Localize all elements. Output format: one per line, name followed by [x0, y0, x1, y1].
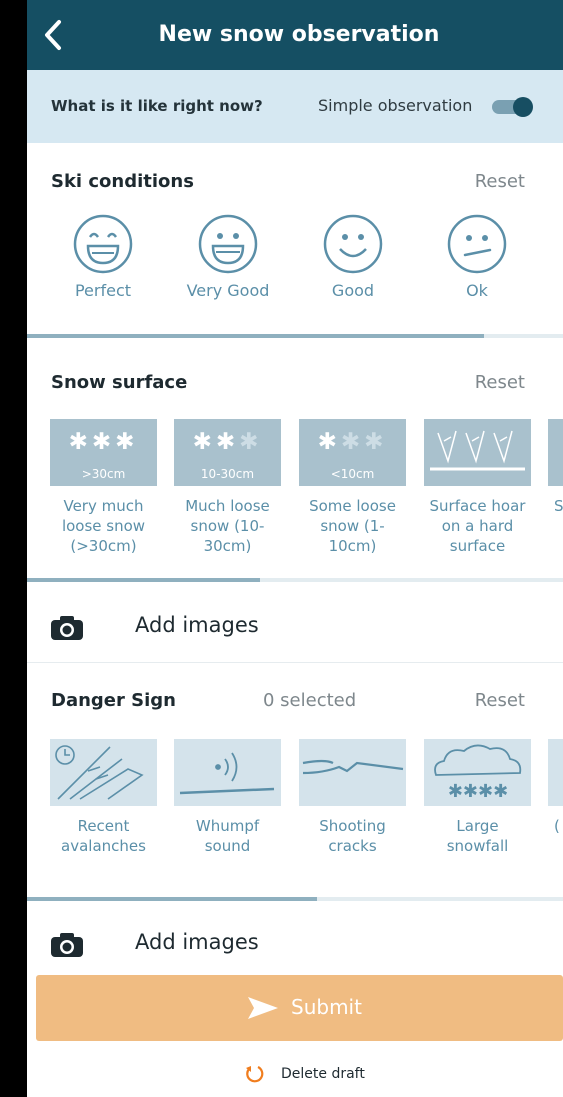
- danger-option-whumpf-sound[interactable]: Whumpf sound: [174, 739, 281, 856]
- add-images-label: Add images: [135, 930, 259, 954]
- add-images-button[interactable]: Add images: [27, 605, 563, 649]
- danger-sign-reset-button[interactable]: Reset: [475, 690, 525, 711]
- question-text: What is it like right now?: [51, 97, 263, 115]
- snow-surface-reset-button[interactable]: Reset: [475, 372, 525, 393]
- screen: New snow observation What is it like rig…: [27, 0, 563, 1097]
- danger-option-label: Shooting cracks: [319, 817, 386, 855]
- grin-face-icon: [73, 214, 133, 274]
- send-arrow-icon: [248, 997, 278, 1019]
- add-images-button[interactable]: Add images: [27, 922, 563, 966]
- divider: [27, 662, 563, 663]
- simple-observation-toggle[interactable]: [492, 97, 534, 117]
- submit-label: Submit: [291, 995, 362, 1019]
- submit-button[interactable]: Submit: [36, 975, 563, 1041]
- avalanche-icon: [50, 739, 157, 806]
- danger-option-shooting-cracks[interactable]: Shooting cracks: [299, 739, 406, 856]
- snow-surface-title: Snow surface: [51, 372, 188, 393]
- simple-observation-bar: What is it like right now? Simple observ…: [27, 70, 563, 143]
- big-smile-face-icon: [198, 214, 258, 274]
- surface-icon: [548, 419, 563, 486]
- danger-option-label: Recent avalanches: [61, 817, 146, 855]
- danger-option-large-snowfall[interactable]: ✱✱✱✱ Large snowfall: [424, 739, 531, 856]
- camera-icon: [51, 933, 83, 957]
- top-bar: New snow observation: [27, 0, 563, 70]
- ski-option-very-good[interactable]: Very Good: [178, 213, 278, 300]
- danger-option-label: (: [554, 817, 560, 835]
- whumpf-icon: [174, 739, 281, 806]
- surface-option-label: Surface hoar on a hard surface: [429, 497, 526, 555]
- depth-label: 10-30cm: [200, 467, 255, 481]
- surface-option-label: Some loose snow (1-10cm): [309, 497, 396, 555]
- surface-option-much-loose[interactable]: ✱✱✱ 10-30cm Much loose snow (10-30cm): [174, 419, 281, 556]
- ski-option-label: Good: [331, 281, 375, 300]
- cracks-icon: [299, 739, 406, 806]
- ski-conditions-reset-button[interactable]: Reset: [475, 171, 525, 192]
- ski-conditions-title: Ski conditions: [51, 171, 194, 192]
- undo-icon: [246, 1066, 264, 1083]
- surface-hoar-icon: [424, 419, 531, 486]
- simple-observation-label: Simple observation: [318, 96, 473, 115]
- depth-label: <10cm: [330, 467, 375, 481]
- camera-icon: [51, 616, 83, 640]
- add-images-label: Add images: [135, 613, 259, 637]
- ski-option-label: Ok: [466, 281, 488, 300]
- danger-icon: [548, 739, 563, 806]
- page-title: New snow observation: [158, 22, 440, 47]
- danger-option-partial[interactable]: (: [548, 739, 563, 836]
- ski-option-good[interactable]: Good: [303, 213, 403, 300]
- surface-option-label: Very much loose snow (>30cm): [61, 497, 146, 555]
- danger-option-label: Large snowfall: [446, 817, 509, 855]
- ski-option-ok[interactable]: Ok: [427, 213, 527, 300]
- delete-draft-label: Delete draft: [281, 1066, 365, 1082]
- snow-surface-scrollbar[interactable]: [27, 578, 563, 582]
- danger-option-label: Whumpf sound: [195, 817, 260, 855]
- snowflake-icon: ✱✱✱ 10-30cm: [174, 419, 281, 486]
- svg-text:✱✱✱✱: ✱✱✱✱: [448, 781, 508, 802]
- ski-option-perfect[interactable]: Perfect: [53, 213, 153, 300]
- surface-option-partial[interactable]: S: [548, 419, 563, 516]
- danger-option-recent-avalanches[interactable]: Recent avalanches: [50, 739, 157, 856]
- danger-sign-title: Danger Sign: [51, 690, 176, 711]
- snowflake-icon: ✱✱✱ <10cm: [299, 419, 406, 486]
- ski-option-label: Very Good: [186, 281, 270, 300]
- ski-conditions-scrollbar[interactable]: [27, 334, 563, 338]
- surface-option-label: S: [554, 497, 563, 515]
- meh-face-icon: [447, 214, 507, 274]
- surface-option-very-much-loose[interactable]: ✱✱✱ >30cm Very much loose snow (>30cm): [50, 419, 157, 556]
- danger-sign-count: 0 selected: [263, 690, 357, 711]
- danger-sign-scrollbar[interactable]: [27, 897, 563, 901]
- surface-option-some-loose[interactable]: ✱✱✱ <10cm Some loose snow (1-10cm): [299, 419, 406, 556]
- smile-face-icon: [323, 214, 383, 274]
- delete-draft-button[interactable]: Delete draft: [27, 1063, 563, 1087]
- surface-option-label: Much loose snow (10-30cm): [185, 497, 270, 555]
- surface-option-surface-hoar[interactable]: Surface hoar on a hard surface: [424, 419, 531, 556]
- ski-option-label: Perfect: [74, 281, 132, 300]
- snowflake-icon: ✱✱✱ >30cm: [50, 419, 157, 486]
- snowfall-cloud-icon: ✱✱✱✱: [424, 739, 531, 806]
- depth-label: >30cm: [81, 467, 126, 481]
